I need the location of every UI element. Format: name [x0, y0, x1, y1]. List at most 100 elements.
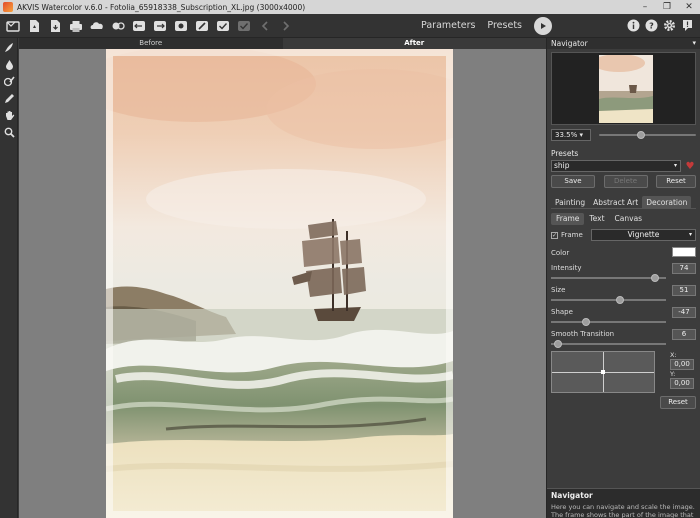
color-swatch[interactable] [672, 247, 696, 257]
y-value[interactable]: 0,00 [670, 378, 694, 389]
delete-preset-button: Delete [603, 175, 648, 188]
settings-icon[interactable] [661, 18, 677, 34]
smudge-icon[interactable] [0, 39, 18, 55]
ship-painting [106, 49, 453, 518]
maximize-button[interactable]: ❐ [656, 0, 678, 14]
param-slider-knob[interactable] [581, 318, 590, 326]
favorite-heart-icon[interactable]: ♥ [684, 161, 696, 172]
param-slider-knob[interactable] [616, 296, 624, 304]
tab-decoration[interactable]: Decoration [642, 196, 692, 208]
preset-select[interactable]: ship ▾ [551, 160, 681, 172]
param-value[interactable]: 6 [672, 329, 696, 340]
param-label: Smooth Transition [551, 330, 615, 338]
zoom-slider[interactable] [599, 131, 696, 139]
x-label: X: [670, 351, 677, 359]
color-row: Color [551, 247, 696, 257]
settings-tabs: Painting Abstract Art Decoration [551, 196, 696, 209]
param-slider[interactable] [551, 340, 666, 348]
reset-frame-button[interactable]: Reset [660, 396, 696, 409]
position-row: X: 0,00 Y: 0,00 [551, 351, 696, 393]
frame-type-value: Vignette [627, 230, 660, 239]
chevron-down-icon: ▾ [688, 231, 692, 238]
param-slider-knob[interactable] [650, 274, 659, 282]
param-label: Intensity [551, 264, 582, 272]
decoration-tabs: Frame Text Canvas [551, 213, 696, 225]
save-icon[interactable] [44, 16, 65, 36]
history-brush-icon[interactable] [0, 73, 18, 89]
mode-switch: Parameters Presets [415, 16, 562, 35]
chevron-down-icon: ▾ [673, 162, 677, 169]
tab-frame[interactable]: Frame [551, 213, 585, 225]
frame-checkbox[interactable]: ✓ [551, 231, 558, 239]
zoom-row: 33.5% ▾ [551, 129, 696, 141]
forward-arrow-icon [275, 16, 296, 36]
eraser-icon[interactable] [212, 16, 233, 36]
open-icon[interactable] [23, 16, 44, 36]
frame-row: ✓ Frame Vignette ▾ [551, 229, 696, 241]
param-slider-knob[interactable] [553, 340, 562, 348]
brush-icon[interactable] [191, 16, 212, 36]
before-after-tabs: Before After [19, 38, 546, 49]
info-icon[interactable] [625, 18, 641, 34]
param-slider[interactable] [551, 296, 666, 304]
share-icon[interactable] [86, 16, 107, 36]
window-title: AKVIS Watercolor v.6.0 - Fotolia_6591833… [17, 2, 306, 12]
param-row: Smooth Transition 6 [551, 329, 696, 348]
hand-icon[interactable] [0, 107, 18, 123]
notification-icon[interactable] [679, 18, 695, 34]
redo-icon[interactable] [149, 16, 170, 36]
play-icon [541, 22, 546, 29]
zoom-select[interactable]: 33.5% ▾ [551, 129, 591, 141]
tab-before[interactable]: Before [19, 38, 283, 49]
save-preset-button[interactable]: Save [551, 175, 595, 188]
drop-icon[interactable] [0, 56, 18, 72]
tools-panel [0, 38, 18, 518]
help-text: Here you can navigate and scale the imag… [551, 503, 695, 518]
collapse-icon[interactable]: ▾ [692, 38, 696, 49]
batch-icon[interactable] [107, 16, 128, 36]
canvas-area: Before After [19, 38, 546, 518]
param-slider[interactable] [551, 318, 666, 326]
frame-label: Frame [561, 231, 583, 239]
tab-text[interactable]: Text [584, 213, 609, 225]
param-value[interactable]: 74 [672, 263, 696, 274]
undo-icon[interactable] [128, 16, 149, 36]
tab-presets[interactable]: Presets [481, 20, 528, 31]
param-value[interactable]: -47 [672, 307, 696, 318]
run-button[interactable] [534, 16, 552, 35]
param-value[interactable]: 51 [672, 285, 696, 296]
tab-parameters[interactable]: Parameters [415, 20, 481, 31]
frame-type-select[interactable]: Vignette ▾ [591, 229, 696, 241]
param-slider[interactable] [551, 274, 666, 282]
tab-canvas[interactable]: Canvas [610, 213, 648, 225]
zoom-slider-knob[interactable] [636, 131, 645, 139]
param-row: Size 51 [551, 285, 696, 304]
disabled-icon [233, 16, 254, 36]
navigator-title: Navigator [551, 39, 588, 48]
app-logo-icon [3, 2, 13, 12]
toolbar-right-icons: ? [624, 18, 696, 34]
tab-after[interactable]: After [282, 38, 546, 49]
x-value[interactable]: 0,00 [670, 359, 694, 370]
position-values: X: 0,00 Y: 0,00 [670, 351, 696, 393]
tab-painting[interactable]: Painting [551, 196, 589, 208]
main-toolbar: Parameters Presets ? [0, 14, 700, 38]
stamp-icon[interactable] [170, 16, 191, 36]
pencil-icon[interactable] [0, 90, 18, 106]
svg-text:?: ? [649, 22, 654, 31]
zoom-icon[interactable] [0, 124, 18, 140]
position-point[interactable] [601, 370, 605, 374]
minimize-button[interactable]: – [634, 0, 656, 14]
navigator-preview[interactable] [551, 52, 696, 125]
watercolor-image[interactable] [106, 49, 453, 518]
home-icon[interactable] [2, 16, 23, 36]
color-label: Color [551, 249, 570, 257]
toolbar-icons [0, 16, 296, 36]
close-button[interactable]: ✕ [678, 0, 700, 14]
print-icon[interactable] [65, 16, 86, 36]
settings-panel: Navigator ▾ 33.5% ▾ Presets ship ▾ ♥ Sav [546, 38, 700, 518]
reset-preset-button[interactable]: Reset [656, 175, 696, 188]
position-pad[interactable] [551, 351, 655, 393]
help-icon[interactable]: ? [643, 18, 659, 34]
tab-abstract-art[interactable]: Abstract Art [589, 196, 642, 208]
